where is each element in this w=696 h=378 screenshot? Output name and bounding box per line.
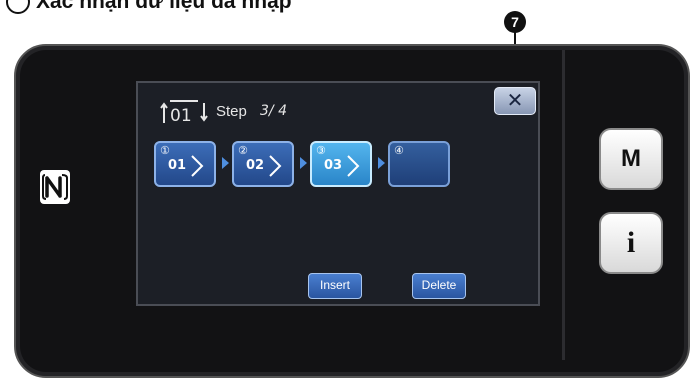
nfc-icon: [40, 170, 70, 204]
step-code: 01: [168, 158, 187, 173]
info-button[interactable]: i: [599, 212, 663, 274]
page-heading: Xác nhận dữ liệu đã nhập: [6, 0, 292, 15]
delete-button[interactable]: Delete: [412, 273, 466, 299]
step-code: 03: [324, 158, 343, 173]
callout-marker: 7: [504, 11, 526, 33]
step-number: ④: [394, 144, 404, 157]
arrow-right-icon: [378, 157, 385, 169]
arrow-right-icon: [300, 157, 307, 169]
close-button[interactable]: ✕: [494, 87, 536, 115]
insert-button[interactable]: Insert: [308, 273, 362, 299]
step-tile-2[interactable]: ② 02: [232, 141, 294, 187]
step-label: Step: [216, 103, 247, 120]
step-cycle-icon: 01: [160, 100, 208, 126]
panel-divider: [562, 50, 565, 360]
step-tile-1[interactable]: ① 01: [154, 141, 216, 187]
lcd-screen: 01 Step 3/ 4 ✕ ① 01 ② 02 ③ 03 ④ Insert D…: [136, 81, 540, 306]
arrow-right-icon: [222, 157, 229, 169]
page-heading-text: Xác nhận dữ liệu đã nhập: [36, 0, 292, 13]
step-number-circle: [6, 0, 30, 15]
step-code: 02: [246, 158, 265, 173]
step-tile-4[interactable]: ④: [388, 141, 450, 187]
step-count: 3/ 4: [260, 103, 287, 119]
mode-button[interactable]: M: [599, 128, 663, 190]
step-tile-3[interactable]: ③ 03: [310, 141, 372, 187]
svg-text:01: 01: [170, 106, 192, 126]
